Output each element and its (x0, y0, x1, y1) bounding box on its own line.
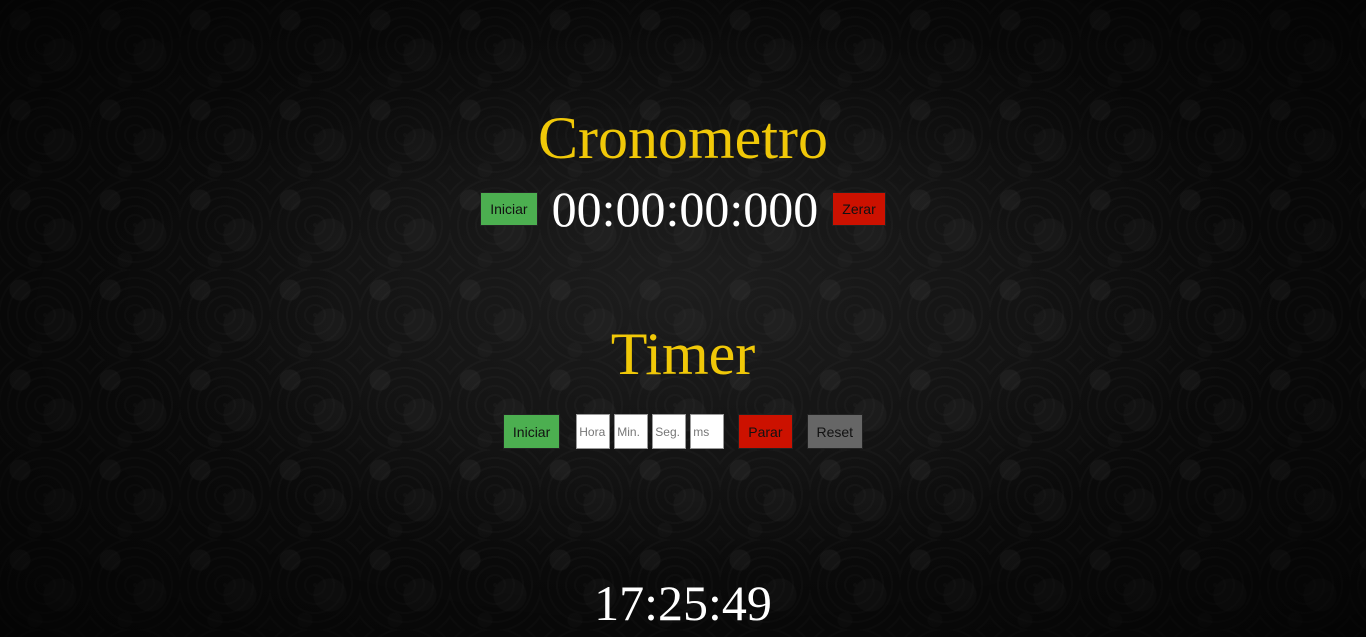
timer-ms-input[interactable] (690, 414, 725, 449)
current-time-clock: 17:25:49 (594, 575, 772, 631)
timer-inputs (576, 414, 725, 449)
stopwatch-start-button[interactable]: Iniciar (480, 192, 538, 226)
stopwatch-reset-button[interactable]: Zerar (832, 192, 886, 226)
timer-controls: Iniciar Parar Reset (0, 414, 1366, 449)
timer-start-button[interactable]: Iniciar (502, 414, 561, 449)
timer-reset-button[interactable]: Reset (806, 414, 864, 449)
timer-hours-input[interactable] (576, 414, 611, 449)
timer-minutes-input[interactable] (614, 414, 649, 449)
stopwatch-display: 00:00:00:000 (551, 181, 819, 237)
timer-seconds-input[interactable] (652, 414, 687, 449)
background-vignette (0, 0, 1366, 637)
stopwatch-controls: Iniciar 00:00:00:000 Zerar (0, 184, 1366, 234)
timer-stop-button[interactable]: Parar (738, 414, 793, 449)
stopwatch-title: Cronometro (538, 105, 828, 171)
timer-title: Timer (610, 321, 756, 387)
